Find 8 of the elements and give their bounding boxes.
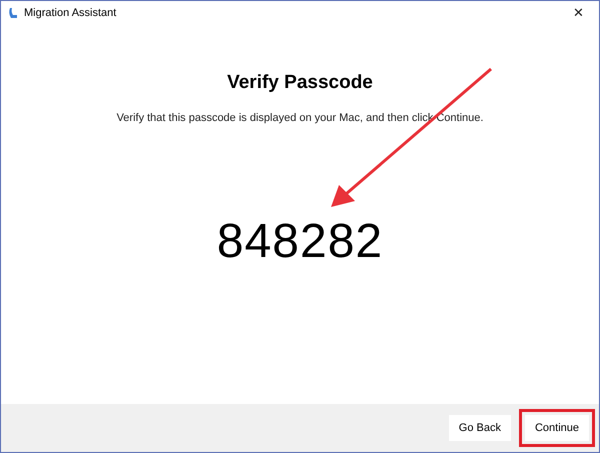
dialog-heading: Verify Passcode <box>227 71 373 95</box>
continue-button[interactable]: Continue <box>524 415 589 442</box>
app-icon <box>8 7 18 19</box>
window-title: Migration Assistant <box>24 6 116 21</box>
back-button[interactable]: Go Back <box>448 415 511 442</box>
close-button[interactable]: ✕ <box>569 3 588 23</box>
instruction-text: Verify that this passcode is displayed on your Mac, and then click Continue. <box>116 110 484 126</box>
passcode-text: 848282 <box>216 218 384 266</box>
